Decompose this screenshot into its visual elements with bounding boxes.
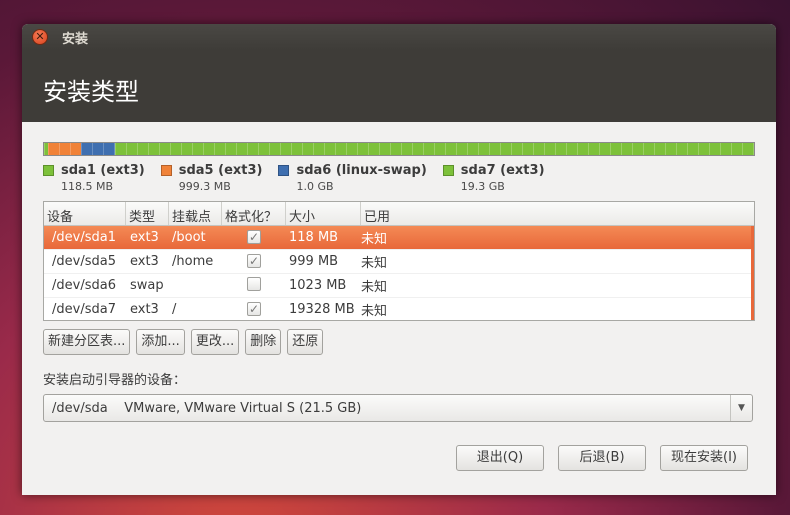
legend-label: sda5 (ext3) [178, 163, 263, 178]
boot-loader-device-select[interactable]: /dev/sda VMware, VMware Virtual S (21.5 … [43, 394, 753, 422]
close-icon[interactable]: ✕ [32, 29, 48, 45]
page-heading: 安装类型 [22, 50, 776, 122]
legend-swatch [160, 165, 172, 176]
partition-bar-segment-sda7 [114, 143, 754, 155]
col-size[interactable]: 大小 [286, 202, 361, 225]
cell-format: ✓ [222, 254, 286, 269]
partition-bar-segment-sda6 [80, 143, 115, 155]
delete-button[interactable]: 删除 [245, 329, 282, 355]
cell-format: ✓ [222, 302, 286, 317]
cell-used: 未知 [361, 256, 388, 271]
partition-table: 设备 类型 挂载点 格式化？ 大小 已用 /dev/sda1 ext3/boot ✓… [43, 201, 755, 321]
table-row[interactable]: /dev/sda5 ext3/home ✓ 999 MB 未知 [44, 250, 754, 274]
quit-button[interactable]: 退出(Q) [456, 445, 544, 471]
legend-swatch [278, 165, 290, 176]
window-title: 安装 [62, 31, 89, 47]
change-button[interactable]: 更改... [190, 329, 240, 355]
cell-device: /dev/sda5 [52, 254, 116, 269]
table-body: /dev/sda1 ext3/boot ✓ 118 MB 未知/dev/sda5 ext3… [44, 226, 754, 320]
table-row[interactable]: /dev/sda1 ext3/boot ✓ 118 MB 未知 [44, 226, 754, 250]
partition-usage-bar [43, 142, 755, 156]
new-partition-table-button[interactable]: 新建分区表... [43, 329, 131, 355]
table-row[interactable]: /dev/sda6 swap 1023 MB 未知 [44, 274, 754, 298]
legend-label: sda1 (ext3) [61, 163, 145, 178]
legend-label-row: sda7 (ext3) [442, 163, 545, 178]
col-mount[interactable]: 挂载点 [169, 202, 222, 225]
cell-format [222, 276, 286, 295]
cell-mount: /boot [172, 230, 206, 245]
cell-used: 未知 [361, 280, 388, 295]
legend-size: 999.3 MB [178, 180, 231, 193]
legend-size: 19.3 GB [460, 180, 505, 193]
dialog-actions: 退出(Q) 后退(B) 现在安装(I) [448, 445, 754, 471]
format-checkbox[interactable] [247, 276, 261, 291]
col-type[interactable]: 类型 [126, 202, 169, 225]
cell-type: ext3 [130, 254, 159, 269]
chevron-down-icon[interactable]: ▼ [730, 395, 752, 421]
cell-size: 118 MB [289, 230, 339, 245]
cell-size: 999 MB [289, 254, 339, 269]
cell-used: 未知 [361, 304, 388, 319]
legend-item: sda1 (ext3) 118.5 MB [43, 163, 145, 193]
add-button[interactable]: 添加... [136, 329, 185, 355]
legend-label: sda7 (ext3) [460, 163, 545, 178]
cell-type: ext3 [130, 302, 159, 317]
legend-label-row: sda6 (linux-swap) [278, 163, 427, 178]
format-checkbox[interactable]: ✓ [247, 254, 261, 268]
format-checkbox[interactable]: ✓ [247, 230, 261, 244]
scrollbar[interactable] [751, 226, 754, 320]
cell-mount: /home [172, 254, 214, 269]
cell-device: /dev/sda1 [52, 230, 116, 245]
legend-label-row: sda1 (ext3) [43, 163, 145, 178]
legend-item: sda7 (ext3) 19.3 GB [442, 163, 545, 193]
legend-size: 118.5 MB [61, 180, 114, 193]
boot-loader-selected: /dev/sda VMware, VMware Virtual S (21.5 … [52, 400, 362, 416]
col-used[interactable]: 已用 [361, 202, 754, 225]
format-checkbox[interactable]: ✓ [247, 302, 261, 316]
cell-type: swap [130, 278, 164, 293]
partition-legend: sda1 (ext3) 118.5 MB sda5 (ext3) 999.3 MB sd… [43, 163, 561, 193]
boot-loader-label: 安装启动引导器的设备： [43, 373, 187, 388]
revert-button[interactable]: 还原 [287, 329, 324, 355]
col-format[interactable]: 格式化？ [222, 202, 286, 225]
legend-swatch [442, 165, 454, 176]
partition-bar-segment-sda5 [47, 143, 81, 155]
back-button[interactable]: 后退(B) [558, 445, 646, 471]
legend-label-row: sda5 (ext3) [160, 163, 263, 178]
cell-type: ext3 [130, 230, 159, 245]
legend-item: sda6 (linux-swap) 1.0 GB [278, 163, 427, 193]
cell-mount: / [172, 302, 177, 317]
cell-device: /dev/sda6 [52, 278, 116, 293]
cell-format: ✓ [222, 230, 286, 245]
install-now-button[interactable]: 现在安装(I) [660, 445, 748, 471]
cell-device: /dev/sda7 [52, 302, 116, 317]
table-row[interactable]: /dev/sda7 ext3 / ✓ 19328 MB 未知 [44, 298, 754, 320]
cell-used: 未知 [361, 232, 388, 247]
installer-window: ✕ 安装 安装类型 sda1 (ext3) 118.5 MB sda5 (ext3)… [22, 24, 776, 495]
content-area: sda1 (ext3) 118.5 MB sda5 (ext3) 999.3 MB sd… [22, 122, 776, 495]
legend-size: 1.0 GB [296, 180, 334, 193]
table-header: 设备 类型 挂载点 格式化？ 大小 已用 [44, 202, 754, 226]
partition-buttons: 新建分区表... 添加... 更改... 删除 还原 [43, 329, 329, 355]
legend-item: sda5 (ext3) 999.3 MB [160, 163, 263, 193]
legend-swatch [43, 165, 54, 176]
cell-size: 1023 MB [289, 278, 347, 293]
legend-label: sda6 (linux-swap) [296, 163, 427, 178]
cell-size: 19328 MB [289, 302, 355, 317]
col-device[interactable]: 设备 [44, 202, 126, 225]
title-bar: ✕ 安装 [22, 24, 776, 50]
